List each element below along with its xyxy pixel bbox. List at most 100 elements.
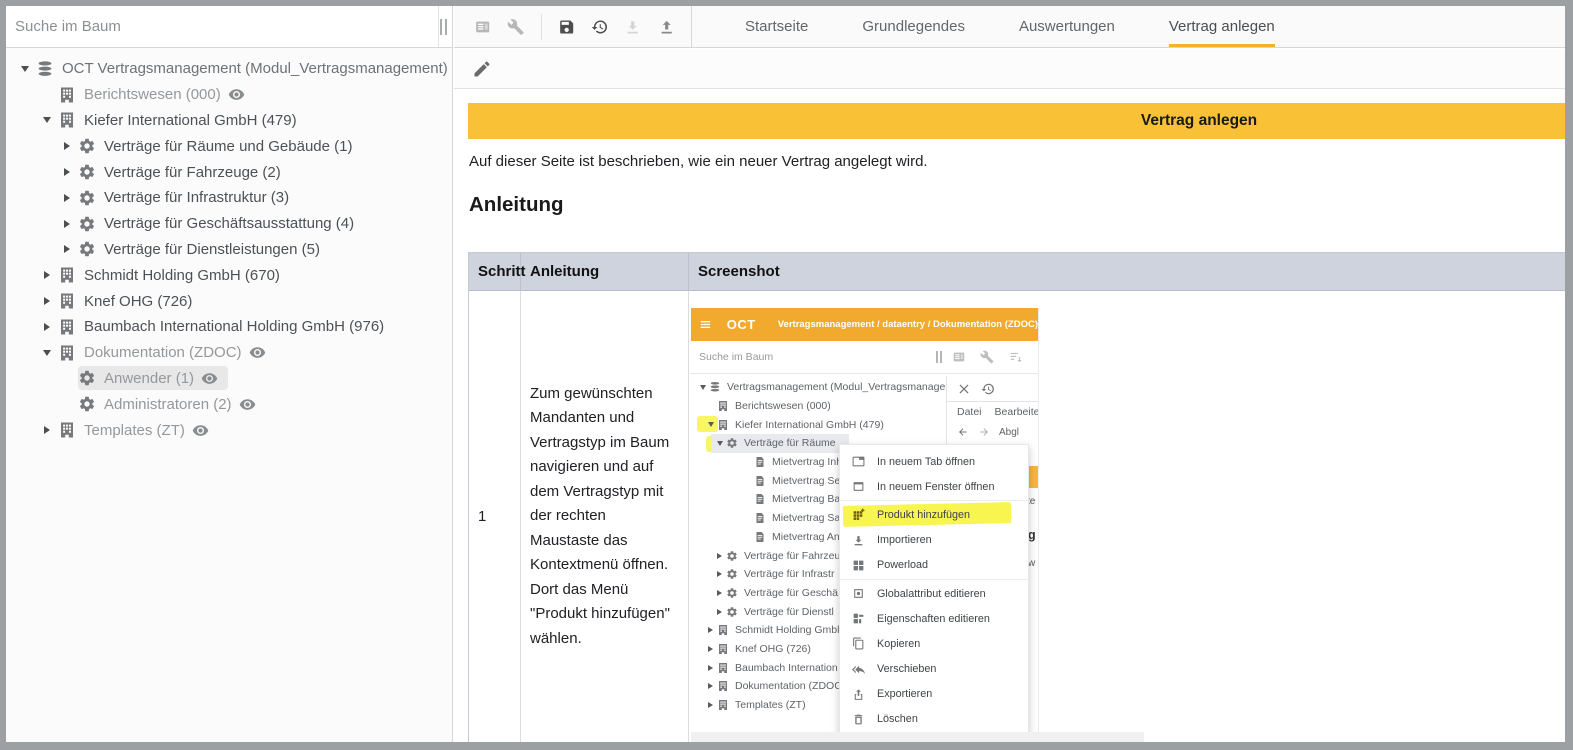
visibility-icon[interactable] (249, 344, 266, 361)
tree-item[interactable]: OCT Vertragsmanagement (Modul_Vertragsma… (6, 56, 452, 82)
embedded-arrow-slot (704, 422, 717, 427)
tab-grundlegendes[interactable]: Grundlegendes (862, 6, 965, 47)
tree-item[interactable]: Anwender (1) (6, 366, 452, 392)
embedded-breadcrumb: Vertragsmanagement / dataentry / Dokumen… (778, 319, 1038, 330)
expand-arrow-icon[interactable] (56, 245, 78, 253)
embedded-tree-label: Berichtswesen (000) (735, 400, 831, 412)
embedded-arrow-slot (713, 441, 726, 446)
toolbar-icon-strip (454, 6, 692, 47)
context-menu-item-kopieren: Kopieren (840, 631, 1028, 656)
gear-icon (726, 550, 738, 562)
expand-arrow-icon[interactable] (56, 194, 78, 202)
tree-item-label: Verträge für Fahrzeuge (2) (104, 164, 281, 181)
tab-vertrag-anlegen[interactable]: Vertrag anlegen (1169, 6, 1275, 47)
tree-item-content: Verträge für Infrastruktur (3) (78, 186, 299, 210)
tree-item[interactable]: Schmidt Holding GmbH (670) (6, 262, 452, 288)
tree-item-content: OCT Vertragsmanagement (Modul_Vertragsma… (36, 57, 482, 81)
tree-item[interactable]: Verträge für Räume und Gebäude (1) (6, 133, 452, 159)
visibility-icon[interactable] (239, 396, 256, 413)
move-icon (852, 663, 865, 676)
tree-item-label: Knef OHG (726) (84, 293, 192, 310)
gear-icon (78, 395, 96, 413)
tree-item-label: Verträge für Räume und Gebäude (1) (104, 138, 352, 155)
collapse-arrow-icon[interactable] (36, 350, 58, 356)
tree-search-input[interactable] (6, 6, 439, 47)
building-icon (58, 292, 76, 310)
context-menu-item-globalattribut-editieren: Globalattribut editieren (840, 581, 1028, 606)
context-menu-label: Globalattribut editieren (877, 588, 986, 600)
expand-arrow-icon[interactable] (56, 168, 78, 176)
collapse-arrow-icon[interactable] (36, 117, 58, 123)
gear-icon (726, 606, 738, 618)
embedded-tree-label: Verträge für Geschä (744, 587, 838, 599)
menu-separator (840, 579, 1028, 580)
export-icon (852, 688, 865, 701)
section-heading: Anleitung (469, 193, 564, 217)
tree-item[interactable]: Verträge für Dienstleistungen (5) (6, 237, 452, 263)
tree-item[interactable]: Baumbach International Holding GmbH (976… (6, 314, 452, 340)
expand-arrow-icon[interactable] (36, 426, 58, 434)
embedded-tree-label: Templates (ZT) (735, 699, 806, 711)
tree-item[interactable]: Verträge für Geschäftsausstattung (4) (6, 211, 452, 237)
doc-icon (754, 512, 766, 524)
history-icon[interactable] (591, 16, 608, 38)
screenshot-bottom-strip (691, 732, 1144, 742)
tab-auswertungen[interactable]: Auswertungen (1019, 6, 1115, 47)
embedded-arrow-slot (713, 609, 726, 615)
gear-icon (78, 189, 96, 207)
tree-item[interactable]: Knef OHG (726) (6, 288, 452, 314)
embedded-tree-label: Dokumentation (ZDOC (735, 680, 842, 692)
visibility-icon[interactable] (201, 370, 218, 387)
expand-arrow-icon[interactable] (56, 220, 78, 228)
tree-item[interactable]: Kiefer International GmbH (479) (6, 108, 452, 134)
tree-item-label: Verträge für Geschäftsausstattung (4) (104, 215, 354, 232)
save-icon[interactable] (558, 16, 575, 38)
sidebar: OCT Vertragsmanagement (Modul_Vertragsma… (6, 6, 453, 742)
wrench-icon[interactable] (507, 16, 524, 38)
gear-icon (78, 240, 96, 258)
tree-item[interactable]: Administratoren (2) (6, 391, 452, 417)
tree-item[interactable]: Dokumentation (ZDOC) (6, 340, 452, 366)
tab-startseite[interactable]: Startseite (745, 6, 808, 47)
embedded-splitter-icon (936, 351, 942, 363)
collapse-arrow-icon[interactable] (14, 66, 36, 72)
tree-item[interactable]: Berichtswesen (000) (6, 82, 452, 108)
page-edit-toolbar (454, 49, 1565, 89)
building-icon (717, 680, 729, 692)
top-toolbar: Startseite Grundlegendes Auswertungen Vertr… (454, 6, 1565, 48)
download-icon[interactable] (624, 16, 641, 38)
context-menu-label: Eigenschaften editieren (877, 613, 990, 625)
tree-item[interactable]: Verträge für Fahrzeuge (2) (6, 159, 452, 185)
visibility-icon[interactable] (228, 86, 245, 103)
context-menu-item-exportieren: Exportieren (840, 682, 1028, 707)
notes-panel-icon[interactable] (474, 16, 491, 38)
expand-arrow-icon[interactable] (36, 297, 58, 305)
tree-item-content: Administratoren (2) (78, 392, 266, 416)
embedded-overlay-panel: Datei Bearbeiten Abgl (946, 376, 1038, 444)
visibility-icon[interactable] (192, 422, 209, 439)
expand-arrow-icon[interactable] (36, 323, 58, 331)
building-icon (717, 662, 729, 674)
embedded-arrow-slot (704, 683, 717, 689)
embedded-notes-panel-icon (952, 350, 966, 364)
global-attribute-icon (852, 587, 865, 600)
context-menu: In neuem Tab öffnenIn neuem Fenster öffn… (839, 444, 1029, 732)
embedded-tree-label: Mietvertrag Baro (772, 493, 850, 505)
db-icon (709, 381, 721, 393)
building-icon (58, 421, 76, 439)
expand-arrow-icon[interactable] (36, 271, 58, 279)
db-icon (36, 60, 54, 78)
tree-item[interactable]: Templates (ZT) (6, 417, 452, 443)
embedded-tree-label: Verträge für Dienstl (744, 606, 834, 618)
expand-arrow-icon[interactable] (56, 142, 78, 150)
toolbar-separator (541, 14, 542, 40)
arrow-left-icon (957, 426, 969, 438)
tree-item[interactable]: Verträge für Infrastruktur (3) (6, 185, 452, 211)
upload-icon[interactable] (658, 16, 675, 38)
building-icon (58, 266, 76, 284)
context-menu-item-verschieben: Verschieben (840, 657, 1028, 682)
embedded-tree-label: Vertragsmanagement (Modul_Vertragsmanage… (727, 381, 966, 393)
edit-pencil-icon[interactable] (472, 59, 492, 79)
column-header-schritt: Schritt (469, 253, 521, 290)
splitter-handle-icon[interactable] (440, 19, 448, 35)
